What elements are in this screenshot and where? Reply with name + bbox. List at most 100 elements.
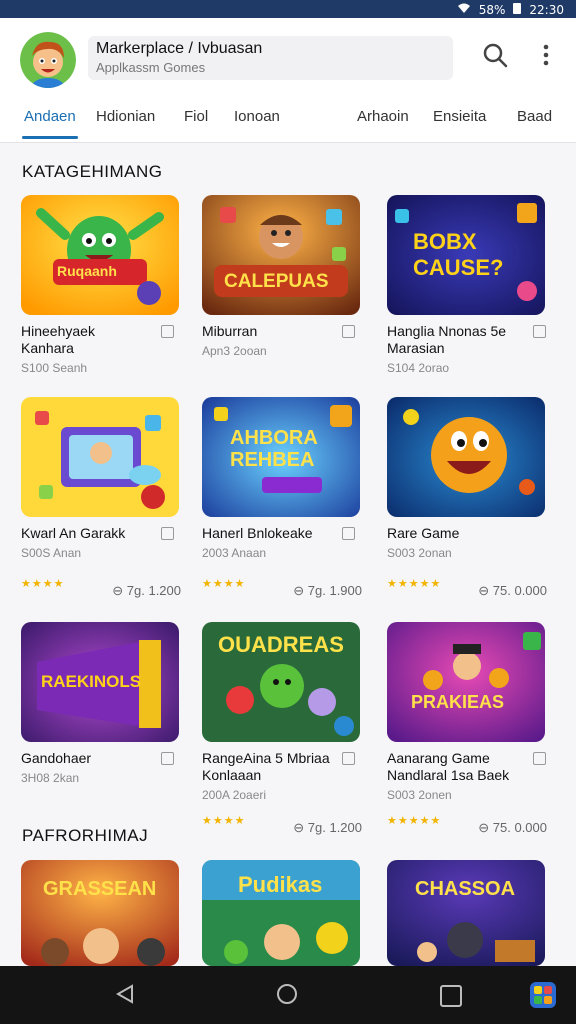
rating-stars: ★★★★ [202, 815, 246, 827]
game-meta: S00S Anan [21, 546, 82, 560]
system-nav-bar [0, 966, 576, 1024]
game-title: Hineehyaek Kanhara [21, 323, 95, 356]
more-options-button[interactable] [530, 40, 562, 72]
tab-6[interactable]: Ensieita [433, 108, 486, 125]
game-title: Kwarl An Garakk [21, 525, 126, 541]
game-thumbnail[interactable]: AHBORA REHBEA [202, 397, 360, 517]
thumbnail-art-text: OUADREAS [218, 632, 344, 657]
bookmark-icon[interactable] [533, 325, 546, 338]
more-vert-icon [543, 44, 549, 66]
game-meta: S003 2onen [387, 788, 452, 802]
rating-stars: ★★★★★ [387, 578, 442, 590]
clock-text: 22:30 [529, 2, 564, 17]
active-tab-indicator [22, 136, 78, 139]
game-meta: S100 Seanh [21, 361, 88, 375]
game-card-4[interactable]: Kwarl An Garakk S00S Anan ★★★★ ⊖ 7g. 1.2… [21, 397, 181, 598]
game-thumbnail[interactable]: BOBX CAUSE? [387, 195, 545, 315]
search-icon [483, 43, 508, 68]
thumbnail-art-text: Ruqaanh [57, 263, 117, 279]
game-meta: 2003 Anaan [202, 546, 267, 560]
thumbnail-art-text: CALEPUAS [224, 271, 329, 292]
recents-square-icon[interactable] [440, 985, 462, 1007]
back-button[interactable] [114, 983, 136, 1010]
battery-text: 58% [478, 2, 506, 17]
game-meta: 3H08 2kan [21, 771, 80, 785]
download-size: ⊖ 7g. 1.200 [293, 820, 362, 835]
back-triangle-icon [115, 984, 133, 1004]
tab-3[interactable]: Fiol [184, 108, 208, 125]
game-thumbnail[interactable]: RAEKINOLS [21, 622, 179, 742]
thumbnail-art-text: CHASSOA [415, 878, 516, 900]
avatar[interactable] [20, 32, 76, 88]
wifi-icon [457, 3, 471, 17]
download-icon: ⊖ [478, 583, 493, 598]
game-thumbnail[interactable]: Pudikas [202, 860, 360, 966]
game-card-1[interactable]: Ruqaanh Hineehyaek Kanhara S100 Seanh [21, 195, 181, 375]
game-title: Hanerl Bnlokeake [202, 525, 313, 541]
section-title-1: KATAGEHIMANG [22, 162, 163, 181]
game-meta: 200A 2oaeri [202, 788, 267, 802]
tab-5[interactable]: Arhaoin [357, 108, 409, 125]
game-card-2[interactable]: CALEPUAS Miburran Apn3 2ooan [202, 195, 362, 358]
bookmark-icon[interactable] [161, 527, 174, 540]
game-card-10[interactable]: GRASSEAN [21, 860, 181, 966]
game-thumbnail[interactable] [387, 397, 545, 517]
bookmark-icon[interactable] [161, 752, 174, 765]
tab-2[interactable]: Hdionian [96, 108, 155, 125]
bookmark-icon[interactable] [342, 325, 355, 338]
game-thumbnail[interactable] [21, 397, 179, 517]
game-card-12[interactable]: CHASSOA [387, 860, 547, 966]
game-card-9[interactable]: PRAKIEAS Aanarang Game Nandlaral 1sa Bae… [387, 622, 547, 835]
bookmark-icon[interactable] [161, 325, 174, 338]
download-icon: ⊖ [478, 820, 493, 835]
game-card-6[interactable]: Rare Game S003 2onan ★★★★★ ⊖ 75. 0.000 [387, 397, 547, 598]
game-title: Gandohaer [21, 750, 92, 766]
thumbnail-art-text: GRASSEAN [43, 878, 157, 900]
bookmark-icon[interactable] [533, 752, 546, 765]
game-title: Rare Game [387, 525, 460, 541]
game-card-3[interactable]: BOBX CAUSE? Hanglia Nnonas 5e Marasian S… [387, 195, 547, 375]
search-button[interactable] [480, 40, 512, 72]
rating-stars: ★★★★ [202, 578, 246, 590]
download-size: ⊖ 7g. 1.200 [112, 583, 181, 598]
app-shortcut-icon[interactable] [528, 980, 558, 1015]
game-card-7[interactable]: RAEKINOLS Gandohaer 3H08 2kan [21, 622, 181, 785]
thumbnail-art-text: BOBX CAUSE? [413, 229, 504, 280]
bookmark-icon[interactable] [342, 752, 355, 765]
game-meta: S003 2onan [387, 546, 452, 560]
game-title: Aanarang Game Nandlaral 1sa Baek [387, 750, 510, 783]
rating-stars: ★★★★ [21, 578, 65, 590]
battery-icon [513, 2, 522, 17]
home-button[interactable] [276, 983, 298, 1010]
game-card-5[interactable]: AHBORA REHBEA Hanerl Bnlokeake 2003 Anaa… [202, 397, 362, 598]
home-circle-icon [277, 984, 297, 1004]
game-card-11[interactable]: Pudikas [202, 860, 362, 966]
game-thumbnail[interactable]: OUADREAS [202, 622, 360, 742]
game-title: Miburran [202, 323, 258, 339]
tab-7[interactable]: Baad [517, 108, 552, 125]
game-thumbnail[interactable]: PRAKIEAS [387, 622, 545, 742]
game-card-8[interactable]: OUADREAS RangeAina 5 Mbriaa Konlaaan 200… [202, 622, 362, 835]
download-icon: ⊖ [112, 583, 127, 598]
tab-bar: Andaen Hdionian Fiol Ionoan Arhaoin Ensi… [0, 102, 576, 140]
status-bar: 58% 22:30 [0, 0, 576, 18]
download-icon: ⊖ [293, 820, 308, 835]
game-thumbnail[interactable]: CHASSOA [387, 860, 545, 966]
download-icon: ⊖ [293, 583, 308, 598]
thumbnail-art-text: AHBORA REHBEA [230, 427, 318, 471]
game-title: RangeAina 5 Mbriaa Konlaaan [202, 750, 330, 783]
thumbnail-art-text: Pudikas [238, 872, 323, 897]
download-size: ⊖ 75. 0.000 [478, 583, 547, 598]
game-thumbnail[interactable]: GRASSEAN [21, 860, 179, 966]
game-meta: Apn3 2ooan [202, 344, 267, 358]
bookmark-icon[interactable] [342, 527, 355, 540]
game-thumbnail[interactable]: Ruqaanh [21, 195, 179, 315]
game-thumbnail[interactable]: CALEPUAS [202, 195, 360, 315]
game-title: Hanglia Nnonas 5e Marasian [387, 323, 507, 356]
page-subtitle: Applkassm Gomes [96, 60, 206, 75]
thumbnail-art-text: PRAKIEAS [411, 692, 505, 712]
tab-4[interactable]: Ionoan [234, 108, 280, 125]
tab-1[interactable]: Andaen [24, 108, 76, 125]
marketplace-title-box[interactable]: Markerplace / Ivbuasan Applkassm Gomes [88, 36, 453, 80]
game-meta: S104 2orao [387, 361, 450, 375]
